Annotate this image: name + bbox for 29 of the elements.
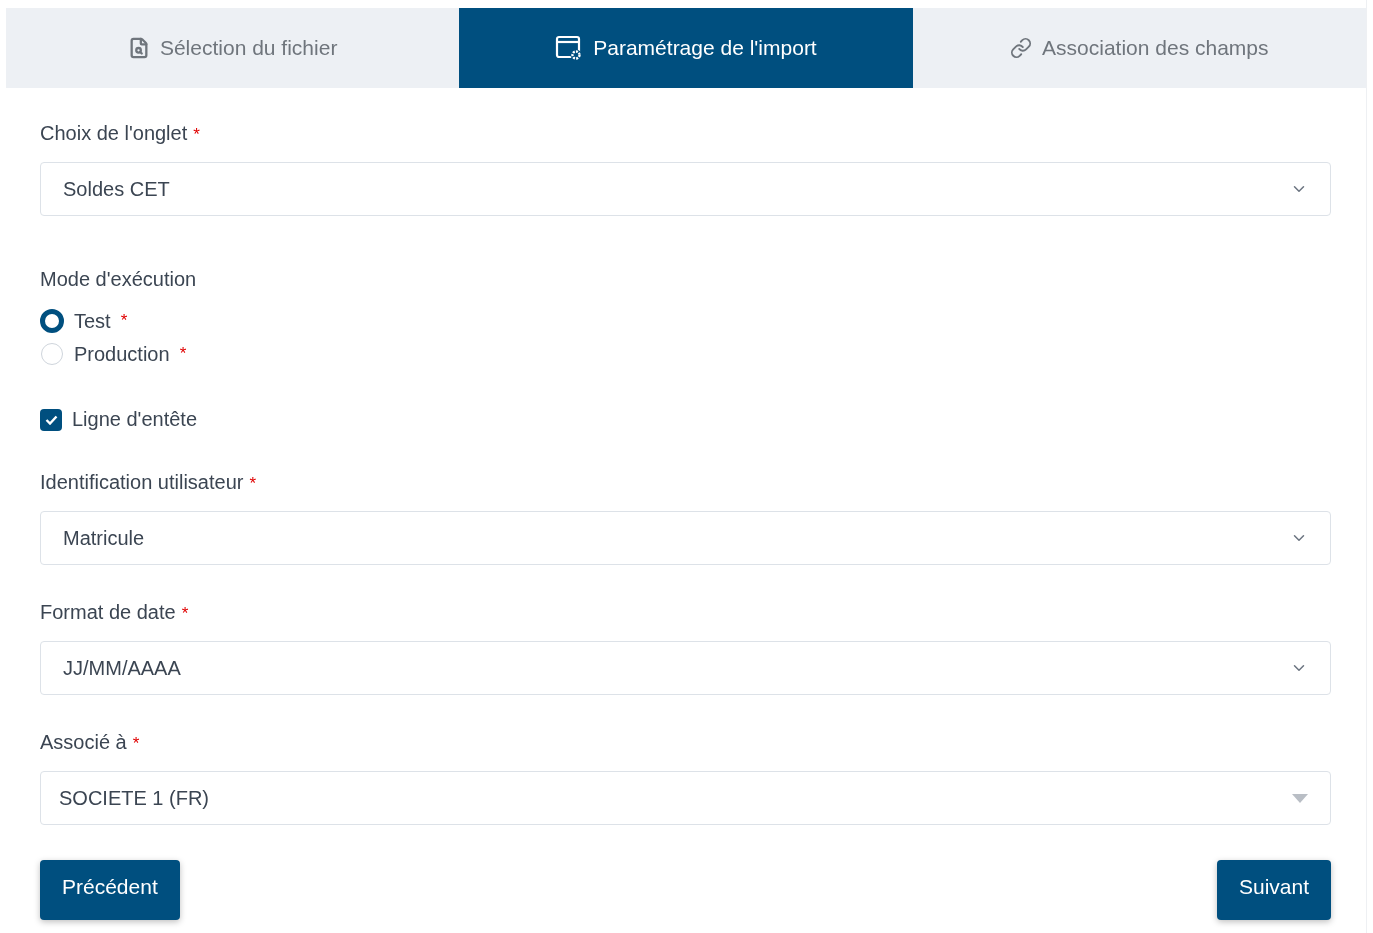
select-field[interactable]: SOCIETE 1 (FR) [40, 771, 1331, 825]
checkbox[interactable] [40, 408, 62, 431]
tab[interactable]: Association des champs [912, 8, 1366, 88]
radio-label: Test [74, 309, 111, 333]
caret-icon [1292, 793, 1308, 803]
required-mark: * [249, 474, 257, 494]
checkbox-label: Ligne d'entête [72, 408, 198, 431]
field-label: Choix de l'onglet [40, 122, 188, 145]
next-button[interactable]: Suivant [1216, 860, 1331, 920]
select-field[interactable]: JJ/MM/AAAA [40, 641, 1331, 695]
radio-button[interactable] [40, 309, 64, 333]
select-field[interactable]: Soldes CET [40, 162, 1331, 216]
field-label: Associé à [40, 731, 127, 754]
required-mark: * [120, 311, 128, 331]
required-mark: * [179, 344, 187, 364]
tab[interactable]: Sélection du fichier [6, 8, 460, 88]
field-label: Identification utilisateur [40, 471, 244, 494]
required-mark: * [181, 604, 189, 624]
previous-button[interactable]: Précédent [40, 860, 180, 920]
select-field[interactable]: Matricule [40, 511, 1331, 565]
tab[interactable]: Paramétrage de l'import [459, 8, 913, 88]
checkmark-icon [44, 414, 58, 425]
field-label: Mode d'exécution [40, 268, 197, 291]
radio-label: Production [74, 342, 170, 366]
field-label: Format de date [40, 601, 176, 624]
link-icon [1010, 37, 1033, 59]
window-gear-icon [555, 35, 584, 61]
required-mark: * [193, 125, 200, 145]
required-mark: * [132, 734, 140, 754]
